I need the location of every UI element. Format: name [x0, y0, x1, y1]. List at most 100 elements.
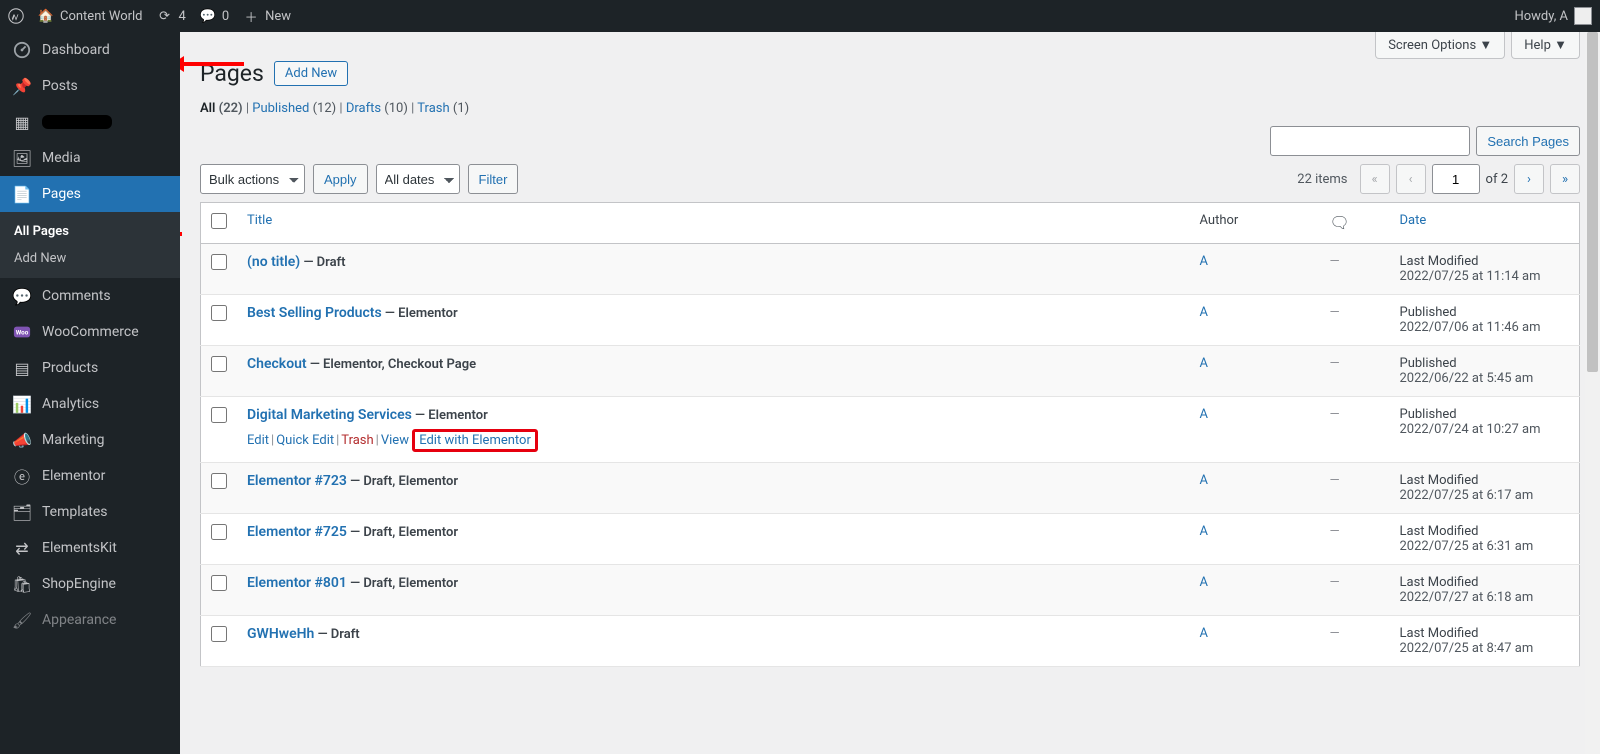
- comments-link[interactable]: 💬0: [200, 8, 229, 24]
- post-state: — Draft, Elementor: [347, 525, 458, 540]
- table-row: Checkout — Elementor, Checkout PageA—Pub…: [201, 346, 1580, 397]
- home-icon: 🏠: [38, 8, 54, 24]
- action-edit-elementor[interactable]: Edit with Elementor: [419, 433, 531, 448]
- row-checkbox[interactable]: [211, 473, 227, 489]
- col-title[interactable]: Title: [247, 213, 272, 228]
- apply-button[interactable]: Apply: [313, 164, 368, 194]
- screen-options-tab[interactable]: Screen Options ▼: [1375, 32, 1505, 59]
- row-checkbox[interactable]: [211, 305, 227, 321]
- menu-elementskit[interactable]: ⇄ElementsKit: [0, 530, 180, 566]
- author-link[interactable]: A: [1200, 407, 1208, 422]
- svg-text:Woo: Woo: [16, 329, 29, 337]
- bulk-actions-select[interactable]: Bulk actions: [200, 164, 305, 194]
- menu-woocommerce[interactable]: WooWooCommerce: [0, 314, 180, 350]
- select-all-checkbox[interactable]: [211, 213, 227, 229]
- author-link[interactable]: A: [1200, 473, 1208, 488]
- appearance-icon: 🖌: [12, 610, 32, 630]
- scrollbar-thumb[interactable]: [1587, 32, 1598, 372]
- row-title-link[interactable]: Checkout: [247, 356, 307, 372]
- current-page-input[interactable]: [1432, 164, 1480, 194]
- table-row: Elementor #725 — Draft, ElementorA—Last …: [201, 514, 1580, 565]
- action-quick-edit[interactable]: Quick Edit: [276, 433, 334, 448]
- filter-all[interactable]: All (22): [200, 101, 243, 116]
- row-title-link[interactable]: (no title): [247, 254, 300, 270]
- author-link[interactable]: A: [1200, 305, 1208, 320]
- date-cell: Last Modified2022/07/25 at 8:47 am: [1390, 616, 1580, 667]
- prev-page-button: ‹: [1396, 164, 1426, 194]
- pages-submenu: All Pages Add New: [0, 212, 180, 278]
- post-state: — Draft: [300, 255, 345, 270]
- author-link[interactable]: A: [1200, 524, 1208, 539]
- row-title-link[interactable]: Elementor #801: [247, 575, 347, 591]
- submenu-all-pages[interactable]: All Pages: [0, 218, 180, 245]
- search-button[interactable]: Search Pages: [1476, 126, 1580, 156]
- help-tab[interactable]: Help ▼: [1511, 32, 1580, 59]
- menu-templates[interactable]: 🗂Templates: [0, 494, 180, 530]
- author-link[interactable]: A: [1200, 254, 1208, 269]
- dates-filter-select[interactable]: All dates: [376, 164, 460, 194]
- menu-dashboard[interactable]: Dashboard: [0, 32, 180, 68]
- row-title-link[interactable]: Elementor #725: [247, 524, 347, 540]
- action-edit[interactable]: Edit: [247, 433, 269, 448]
- my-account[interactable]: Howdy, A: [1514, 7, 1592, 25]
- author-link[interactable]: A: [1200, 575, 1208, 590]
- menu-marketing[interactable]: 📣Marketing: [0, 422, 180, 458]
- row-checkbox[interactable]: [211, 407, 227, 423]
- row-checkbox[interactable]: [211, 254, 227, 270]
- next-page-button[interactable]: ›: [1514, 164, 1544, 194]
- updates-count: 4: [179, 9, 186, 24]
- row-title-link[interactable]: Digital Marketing Services: [247, 407, 412, 423]
- filter-button[interactable]: Filter: [468, 164, 519, 194]
- analytics-icon: 📊: [12, 394, 32, 414]
- shopengine-icon: 🛍: [12, 574, 32, 594]
- row-title-link[interactable]: Best Selling Products: [247, 305, 382, 321]
- menu-posts[interactable]: 📌Posts: [0, 68, 180, 104]
- menu-shopengine[interactable]: 🛍ShopEngine: [0, 566, 180, 602]
- new-content-link[interactable]: ＋New: [243, 8, 291, 24]
- table-row: Best Selling Products — ElementorA—Publi…: [201, 295, 1580, 346]
- col-comments[interactable]: 🗨: [1320, 203, 1390, 244]
- site-name-link[interactable]: 🏠Content World: [38, 8, 143, 24]
- date-cell: Last Modified2022/07/25 at 6:31 am: [1390, 514, 1580, 565]
- action-trash[interactable]: Trash: [341, 433, 373, 448]
- add-new-button[interactable]: Add New: [274, 61, 348, 86]
- post-state: — Elementor: [412, 408, 488, 423]
- menu-pages[interactable]: 📄Pages: [0, 176, 180, 212]
- filter-trash[interactable]: Trash (1): [417, 101, 469, 116]
- menu-analytics[interactable]: 📊Analytics: [0, 386, 180, 422]
- menu-elementor[interactable]: ⓔElementor: [0, 458, 180, 494]
- status-filters: All (22) | Published (12) | Drafts (10) …: [200, 101, 1580, 116]
- row-actions: Edit|Quick Edit|Trash|View Edit with Ele…: [247, 429, 1180, 452]
- author-link[interactable]: A: [1200, 356, 1208, 371]
- date-cell: Published2022/06/22 at 5:45 am: [1390, 346, 1580, 397]
- comments-cell: —: [1320, 397, 1390, 463]
- wp-logo[interactable]: [8, 8, 24, 24]
- menu-media[interactable]: 🖼Media: [0, 140, 180, 176]
- row-checkbox[interactable]: [211, 575, 227, 591]
- row-title-link[interactable]: GWHweHh: [247, 626, 314, 642]
- post-state: — Elementor, Checkout Page: [307, 357, 477, 372]
- menu-appearance[interactable]: 🖌Appearance: [0, 602, 180, 638]
- col-date[interactable]: Date: [1400, 213, 1427, 228]
- menu-redacted[interactable]: ▦: [0, 104, 180, 140]
- admin-bar: 🏠Content World ⟳4 💬0 ＋New Howdy, A: [0, 0, 1600, 32]
- submenu-add-new[interactable]: Add New: [0, 245, 180, 272]
- author-link[interactable]: A: [1200, 626, 1208, 641]
- row-title-link[interactable]: Elementor #723: [247, 473, 347, 489]
- filter-published[interactable]: Published (12): [252, 101, 336, 116]
- comments-icon: 💬: [12, 286, 32, 306]
- updates-link[interactable]: ⟳4: [157, 8, 186, 24]
- vertical-scrollbar[interactable]: [1585, 32, 1600, 754]
- redacted-icon: ▦: [12, 112, 32, 132]
- row-checkbox[interactable]: [211, 356, 227, 372]
- row-checkbox[interactable]: [211, 626, 227, 642]
- menu-comments[interactable]: 💬Comments: [0, 278, 180, 314]
- menu-products[interactable]: ▤Products: [0, 350, 180, 386]
- search-input[interactable]: [1270, 126, 1470, 156]
- content-area: Screen Options ▼ Help ▼ Pages Add New Al…: [180, 32, 1600, 754]
- row-checkbox[interactable]: [211, 524, 227, 540]
- filter-drafts[interactable]: Drafts (10): [346, 101, 408, 116]
- date-cell: Last Modified2022/07/25 at 6:17 am: [1390, 463, 1580, 514]
- last-page-button[interactable]: »: [1550, 164, 1580, 194]
- action-view[interactable]: View: [381, 433, 409, 448]
